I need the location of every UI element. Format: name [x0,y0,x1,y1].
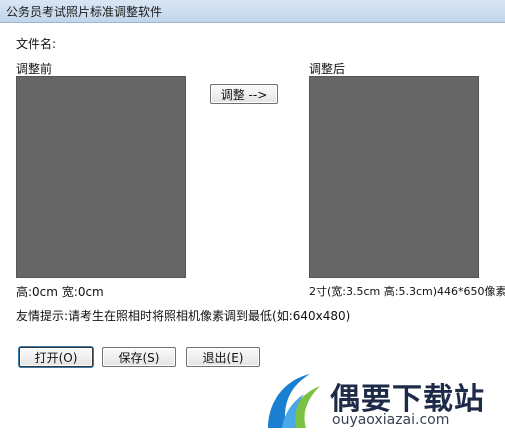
before-label: 调整前 [16,62,53,76]
watermark: 偶要下载站 ouyaoxiazai.com [260,370,505,432]
save-button[interactable]: 保存(S) [102,347,176,367]
before-size-info: 高:0cm 宽:0cm [16,285,104,299]
after-size-info: 2寸(宽:3.5cm 高:5.3cm)446*650像素 [309,285,505,298]
window-title: 公务员考试照片标准调整软件 [6,5,163,19]
exit-button[interactable]: 退出(E) [186,347,260,367]
tip-text: 友情提示:请考生在照相时将照相机像素调到最低(如:640x480) [16,309,351,323]
ouyao-logo-icon [268,374,320,428]
watermark-domain: ouyaoxiazai.com [332,412,450,428]
open-button[interactable]: 打开(O) [19,347,93,367]
adjust-button[interactable]: 调整 --> [210,84,278,104]
title-bar: 公务员考试照片标准调整软件 [0,0,505,23]
after-label: 调整后 [309,62,346,76]
after-image-preview [309,76,479,278]
file-name-label: 文件名: [16,37,57,51]
before-image-preview [16,76,186,278]
